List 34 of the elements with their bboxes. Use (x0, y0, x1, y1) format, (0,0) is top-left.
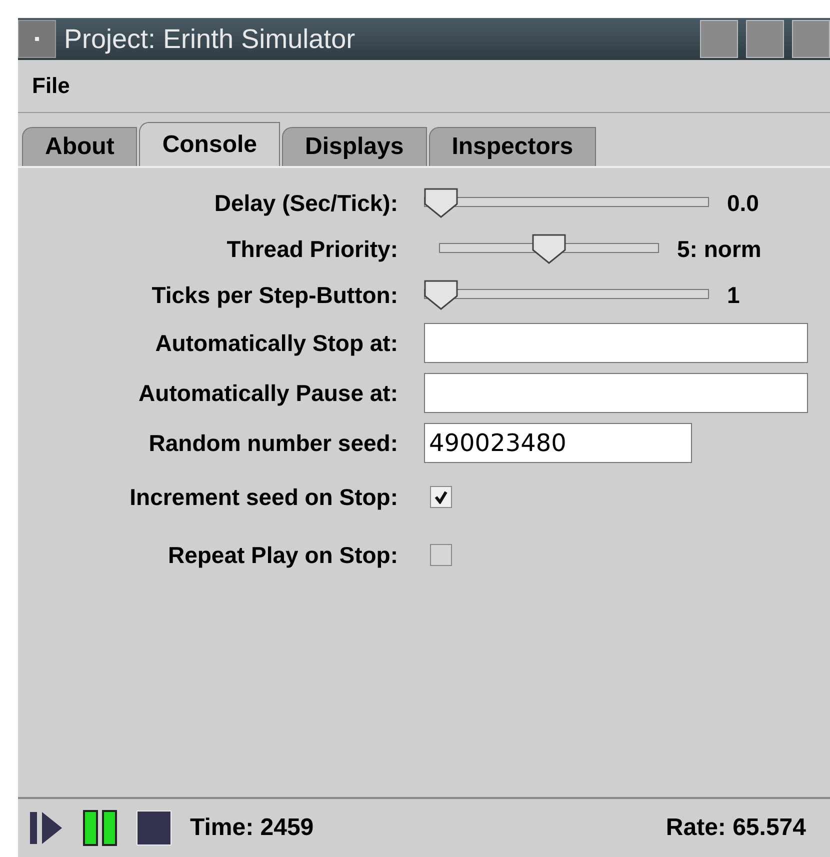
field-label: Random number seed: (148, 430, 398, 456)
tab[interactable]: Inspectors (428, 127, 596, 166)
slider-value: 0.0 (727, 190, 759, 216)
time-readout: Time: 2459 (190, 814, 314, 842)
tab[interactable]: Console (139, 122, 280, 166)
slider-thumb[interactable] (424, 188, 458, 218)
stop-icon[interactable] (136, 810, 172, 846)
slider[interactable] (424, 188, 709, 218)
window-title: Project: Erinth Simulator (64, 24, 356, 54)
menu-item[interactable]: File (32, 73, 70, 99)
checkmark-icon (434, 490, 448, 504)
rate-readout: Rate: 65.574 (666, 814, 806, 842)
slider-thumb[interactable] (532, 234, 566, 264)
checkbox[interactable] (430, 544, 452, 566)
tab[interactable]: Displays (282, 127, 427, 166)
slider[interactable] (439, 234, 659, 264)
play-step-icon[interactable] (28, 810, 64, 846)
field-label: Ticks per Step-Button: (150, 282, 398, 308)
field-label: Repeat Play on Stop: (166, 542, 398, 568)
slider[interactable] (424, 280, 709, 310)
field-label: Automatically Stop at: (154, 330, 398, 356)
input-field[interactable] (424, 373, 808, 413)
slider-value: 1 (727, 282, 740, 308)
field-label: Increment seed on Stop: (128, 484, 398, 510)
input-field[interactable] (424, 323, 808, 363)
checkbox[interactable] (430, 486, 452, 508)
slider-value: 5: norm (677, 236, 762, 262)
input-field[interactable]: 490023480 (424, 423, 692, 463)
pause-icon[interactable] (82, 810, 118, 846)
field-label: Automatically Pause at: (138, 380, 398, 406)
slider-thumb[interactable] (424, 280, 458, 310)
field-label: Delay (Sec/Tick): (213, 190, 398, 216)
field-label: Thread Priority: (226, 236, 398, 262)
tab[interactable]: About (22, 127, 138, 166)
